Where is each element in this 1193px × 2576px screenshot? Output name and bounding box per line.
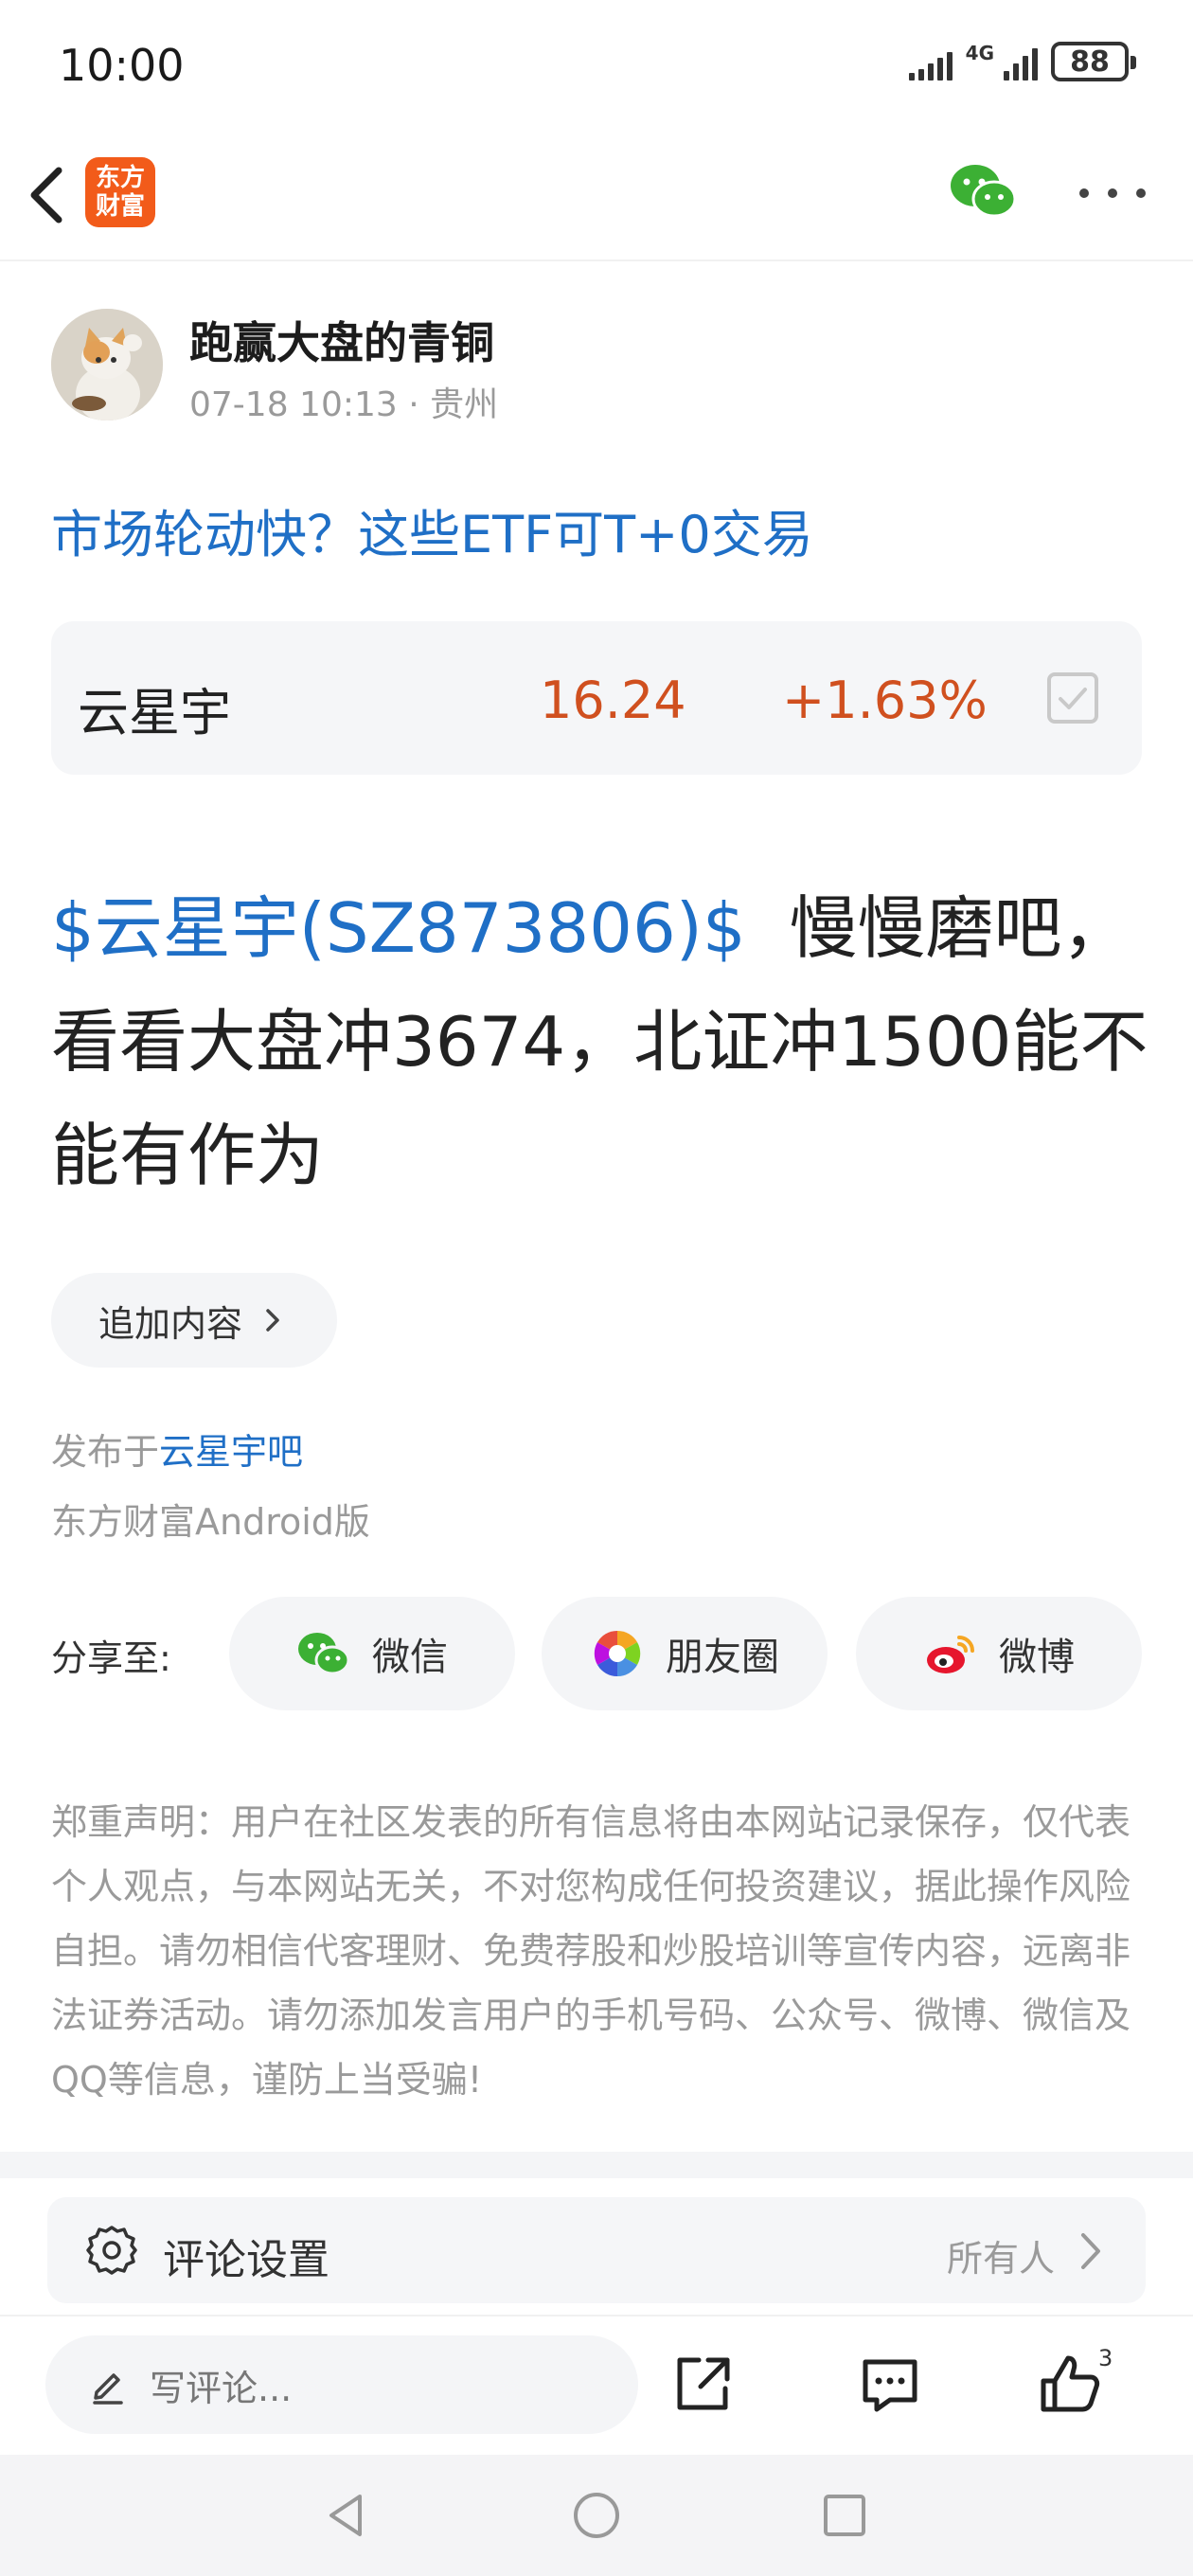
share-label: 分享至:: [51, 1637, 171, 1679]
stock-tag-link[interactable]: $云星宇(SZ873806)$: [51, 888, 746, 968]
nav-bar: 东方 财富: [0, 133, 1193, 261]
status-time: 10:00: [59, 40, 185, 91]
back-arrow-icon[interactable]: [19, 157, 76, 233]
published-prefix: 发布于: [51, 1431, 160, 1473]
post-title-link[interactable]: 市场轮动快？这些ETF可T+0交易: [51, 492, 813, 567]
battery-icon: 88: [1051, 42, 1136, 81]
chevron-right-icon: [266, 1309, 279, 1332]
comment-settings-value: 所有人: [946, 2238, 1055, 2280]
signal-1-icon: [908, 43, 953, 80]
add-watchlist-checkbox-icon[interactable]: [1047, 672, 1098, 724]
share-moments-label: 朋友圈: [666, 1636, 779, 1679]
battery-level: 88: [1070, 45, 1110, 79]
like-count: 3: [1098, 2345, 1113, 2371]
share-moments-button[interactable]: 朋友圈: [542, 1597, 828, 1710]
avatar[interactable]: [51, 309, 163, 420]
post-body: $云星宇(SZ873806)$ 慢慢磨吧，看看大盘冲3674，北证冲1500能不…: [51, 871, 1149, 1212]
client-source: 东方财富Android版: [51, 1501, 370, 1543]
comment-placeholder: 写评论...: [150, 2367, 293, 2409]
published-in: 发布于云星宇吧: [51, 1422, 303, 1475]
nav-recents-icon[interactable]: [816, 2487, 873, 2544]
comment-input[interactable]: 写评论...: [45, 2335, 638, 2434]
gear-icon: [86, 2226, 137, 2275]
network-type: 4G: [965, 42, 994, 64]
disclaimer: 郑重声明：用户在社区发表的所有信息将由本网站记录保存，仅代表个人观点，与本网站无…: [51, 1801, 1131, 2101]
app-logo-text: 东方 财富: [95, 164, 145, 221]
bottom-toolbar: 写评论... 3: [0, 2315, 1193, 2451]
post-meta: 07-18 10:13 · 贵州: [189, 385, 499, 424]
share-icon[interactable]: [668, 2351, 737, 2419]
like-icon[interactable]: [1036, 2351, 1104, 2419]
wechat-icon[interactable]: [949, 161, 1017, 222]
share-weibo-label: 微博: [999, 1636, 1075, 1679]
app-logo[interactable]: 东方 财富: [85, 157, 155, 227]
comment-icon[interactable]: [856, 2351, 924, 2419]
author-name[interactable]: 跑赢大盘的青铜: [189, 309, 494, 371]
share-wechat-label: 微信: [372, 1636, 448, 1679]
system-nav-bar: [0, 2455, 1193, 2576]
stock-card[interactable]: 云星宇 16.24 +1.63%: [51, 621, 1142, 775]
author-header: 跑赢大盘的青铜 07-18 10:13 · 贵州: [51, 309, 1140, 432]
share-wechat-button[interactable]: 微信: [229, 1597, 515, 1710]
stock-name: 云星宇: [78, 683, 231, 742]
status-bar: 10:00 4G 88: [0, 0, 1193, 133]
more-icon[interactable]: [1079, 184, 1146, 203]
stock-bar-link[interactable]: 云星宇吧: [159, 1431, 303, 1473]
status-icons: 4G 88: [908, 42, 1136, 81]
stock-change: +1.63%: [782, 671, 988, 730]
nav-home-icon[interactable]: [568, 2487, 625, 2544]
wechat-icon: [298, 1633, 350, 1675]
append-content-button[interactable]: 追加内容: [51, 1273, 337, 1368]
append-content-label: 追加内容: [98, 1302, 243, 1345]
pen-icon: [93, 2373, 123, 2405]
comment-settings-label: 评论设置: [163, 2236, 329, 2284]
nav-back-icon[interactable]: [318, 2487, 375, 2544]
chevron-right-icon: [1081, 2233, 1100, 2269]
moments-icon: [594, 1630, 641, 1677]
cat-avatar-icon: [51, 309, 163, 420]
comment-settings-row[interactable]: 评论设置 所有人: [47, 2197, 1146, 2303]
signal-2-icon: [1004, 43, 1038, 80]
share-weibo-button[interactable]: 微博: [856, 1597, 1142, 1710]
stock-price: 16.24: [540, 671, 686, 730]
section-divider: [0, 2152, 1193, 2178]
weibo-icon: [927, 1636, 974, 1673]
